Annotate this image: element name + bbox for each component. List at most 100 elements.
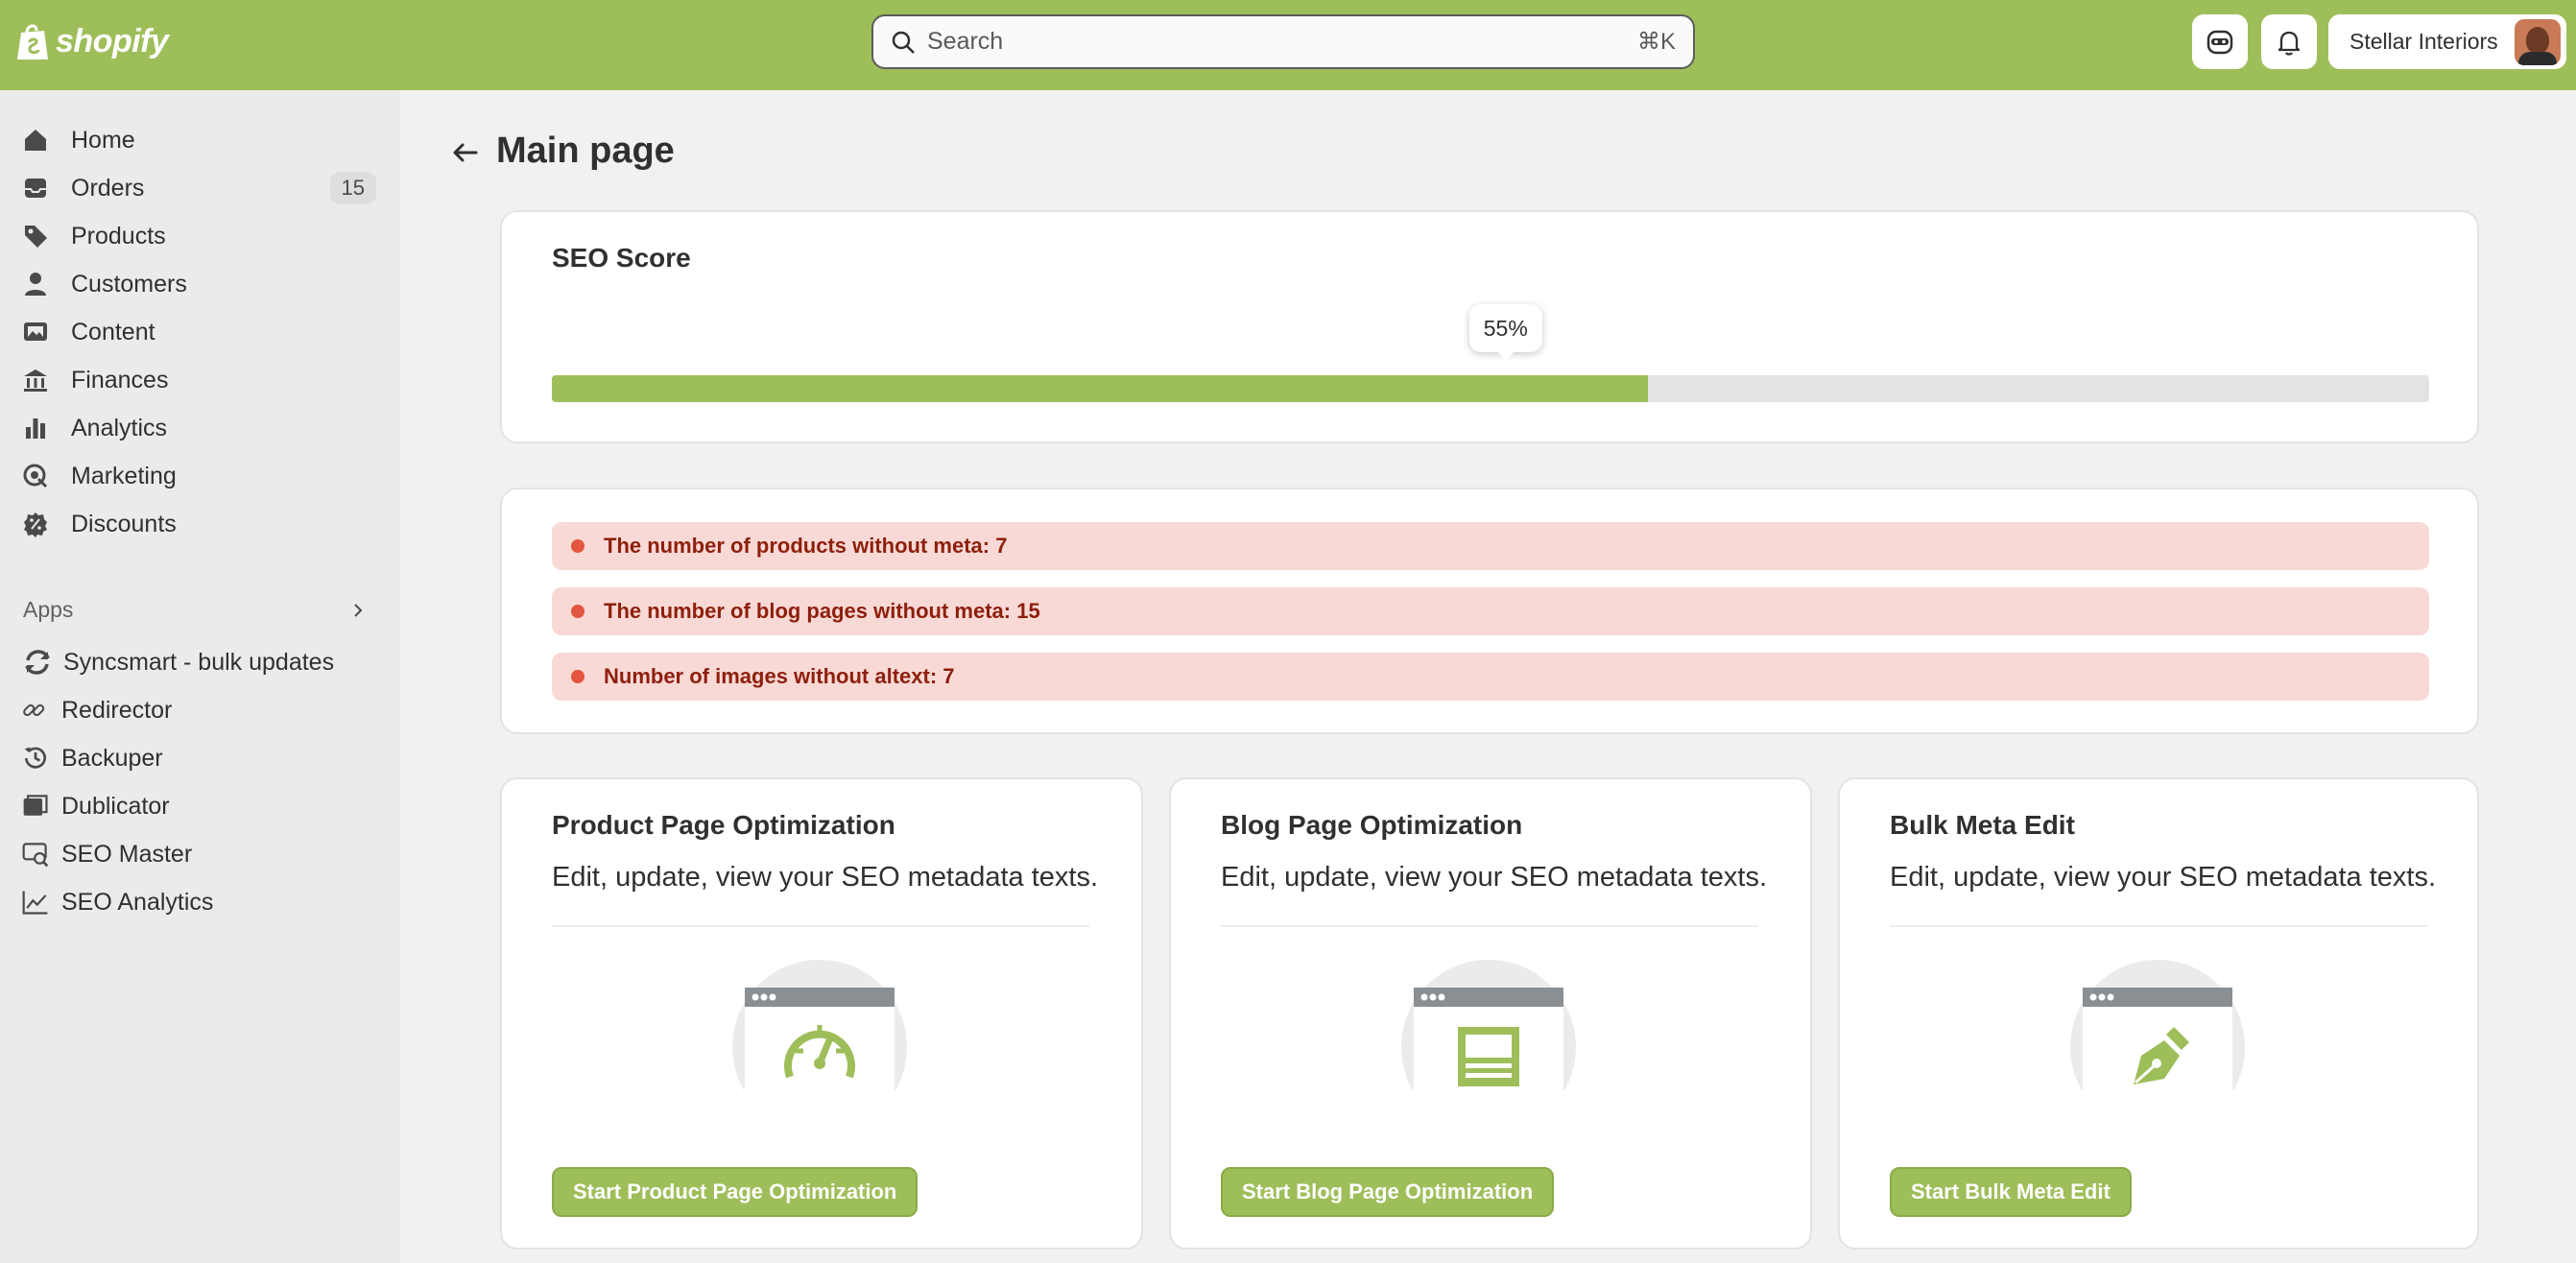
image-icon — [24, 322, 47, 341]
seo-score-card: SEO Score 55% — [500, 210, 2479, 443]
sidebar-item-content[interactable]: Content — [21, 310, 376, 354]
card-description: Edit, update, view your SEO metadata tex… — [552, 862, 1099, 893]
sidebar-item-label: Marketing — [71, 462, 177, 489]
trend-icon — [22, 891, 48, 915]
target-icon — [23, 464, 48, 489]
pen-nib-icon — [2070, 960, 2245, 1089]
sidebar-item-discounts[interactable]: Discounts — [21, 502, 376, 546]
blog-page-icon — [1401, 960, 1576, 1089]
apps-label: Apps — [23, 597, 74, 622]
sidebar-item-label: Orders — [71, 174, 145, 202]
sidebar-item-syncsmart[interactable]: Syncsmart - bulk updates — [21, 640, 334, 684]
sidebar-item-label: Products — [71, 222, 166, 250]
sidebar: Home Orders 15 Products Customers Conten… — [0, 90, 400, 1263]
sidebar-item-analytics[interactable]: Analytics — [21, 406, 376, 450]
seo-score-title: SEO Score — [552, 243, 691, 273]
sync-icon — [25, 650, 50, 675]
sidebar-item-label: Syncsmart - bulk updates — [63, 648, 335, 676]
sidebar-item-products[interactable]: Products — [21, 214, 376, 258]
sidebar-item-label: Finances — [71, 366, 169, 393]
card-description: Edit, update, view your SEO metadata tex… — [1221, 862, 1768, 893]
notifications-button[interactable] — [2261, 14, 2317, 69]
start-product-page-optimization-button[interactable]: Start Product Page Optimization — [552, 1167, 918, 1217]
bank-icon — [24, 369, 47, 392]
chevron-right-icon — [354, 603, 363, 617]
bulk-meta-edit-card: Bulk Meta Edit Edit, update, view your S… — [1838, 777, 2479, 1250]
sidebar-item-label: Analytics — [71, 414, 168, 441]
sidebar-item-redirector[interactable]: Redirector — [21, 688, 172, 732]
product-page-optimization-card: Product Page Optimization Edit, update, … — [500, 777, 1143, 1250]
seo-issues-card: The number of products without meta: 7 T… — [500, 488, 2479, 734]
sidebar-item-seo-master[interactable]: SEO Master — [21, 832, 192, 876]
search-icon — [892, 31, 915, 54]
sidebar-item-label: Customers — [71, 270, 187, 298]
back-arrow-icon[interactable] — [449, 136, 482, 169]
seo-percent-label: 55% — [1483, 315, 1528, 341]
sidebar-item-label: Home — [71, 126, 135, 154]
sidebar-item-seo-analytics[interactable]: SEO Analytics — [21, 880, 213, 924]
sidebar-item-label: Redirector — [61, 696, 173, 724]
sidebar-item-label: SEO Analytics — [61, 888, 214, 916]
card-description: Edit, update, view your SEO metadata tex… — [1890, 862, 2437, 893]
divider — [1890, 925, 2427, 927]
apps-section-header[interactable]: Apps — [23, 597, 369, 623]
history-icon — [24, 747, 47, 769]
speedometer-icon — [732, 960, 907, 1089]
link-icon — [23, 703, 45, 717]
search-input[interactable]: Search ⌘K — [871, 14, 1695, 69]
sidebar-item-marketing[interactable]: Marketing — [21, 454, 376, 498]
search-placeholder: Search — [927, 28, 1004, 55]
brand-name: shopify — [56, 22, 169, 60]
card-title: Bulk Meta Edit — [1890, 810, 2075, 840]
divider — [1221, 925, 1758, 927]
orders-count-badge: 15 — [329, 172, 376, 204]
card-title: Product Page Optimization — [552, 810, 895, 840]
shopify-logo[interactable]: shopify — [15, 21, 169, 61]
inbox-icon — [25, 179, 46, 198]
seo-progress-fill — [552, 375, 1649, 402]
copy-icon — [23, 795, 48, 816]
search-shortcut: ⌘K — [1636, 29, 1676, 55]
store-menu[interactable]: Stellar Interiors — [2328, 14, 2566, 69]
seo-percent-tooltip: 55% — [1468, 304, 1542, 361]
store-name: Stellar Interiors — [2349, 29, 2498, 54]
sidebar-item-label: Content — [71, 318, 155, 346]
start-bulk-meta-edit-button[interactable]: Start Bulk Meta Edit — [1890, 1167, 2132, 1217]
sidebar-item-backuper[interactable]: Backuper — [21, 736, 163, 780]
shopping-bag-icon — [17, 24, 48, 60]
start-blog-page-optimization-button[interactable]: Start Blog Page Optimization — [1221, 1167, 1555, 1217]
card-title: Blog Page Optimization — [1221, 810, 1523, 840]
home-icon — [25, 130, 46, 151]
sidebar-item-finances[interactable]: Finances — [21, 358, 376, 402]
alert-blog-pages-without-meta: The number of blog pages without meta: 1… — [552, 587, 2429, 635]
top-bar: shopify Search ⌘K Stellar Interiors — [0, 0, 2576, 90]
alert-products-without-meta: The number of products without meta: 7 — [552, 522, 2429, 570]
sidebar-item-customers[interactable]: Customers — [21, 262, 376, 306]
bell-icon — [2278, 31, 2301, 56]
sidebar-item-orders[interactable]: Orders 15 — [21, 166, 376, 210]
alert-text: Number of images without altext: 7 — [604, 664, 955, 688]
avatar — [2515, 18, 2561, 65]
person-icon — [25, 273, 46, 296]
search-doc-icon — [22, 843, 49, 868]
seo-progress-bar — [552, 375, 2429, 402]
page-title: Main page — [496, 131, 675, 171]
alert-text: The number of products without meta: 7 — [604, 534, 1008, 558]
sidebar-item-label: Backuper — [61, 744, 163, 772]
error-dot-icon — [571, 605, 584, 618]
sidebar-item-dublicator[interactable]: Dublicator — [21, 784, 170, 828]
sidekick-icon — [2206, 30, 2233, 54]
divider — [552, 925, 1089, 927]
error-dot-icon — [571, 670, 584, 683]
sidekick-button[interactable] — [2192, 14, 2248, 69]
sidebar-item-label: SEO Master — [61, 840, 193, 868]
alert-images-without-alt: Number of images without altext: 7 — [552, 653, 2429, 701]
tag-icon — [25, 226, 47, 248]
bar-chart-icon — [26, 418, 45, 439]
blog-page-optimization-card: Blog Page Optimization Edit, update, vie… — [1169, 777, 1812, 1250]
error-dot-icon — [571, 539, 584, 553]
sidebar-item-label: Dublicator — [61, 792, 170, 820]
alert-text: The number of blog pages without meta: 1… — [604, 599, 1040, 623]
discount-icon — [24, 512, 47, 537]
sidebar-item-home[interactable]: Home — [21, 118, 376, 162]
